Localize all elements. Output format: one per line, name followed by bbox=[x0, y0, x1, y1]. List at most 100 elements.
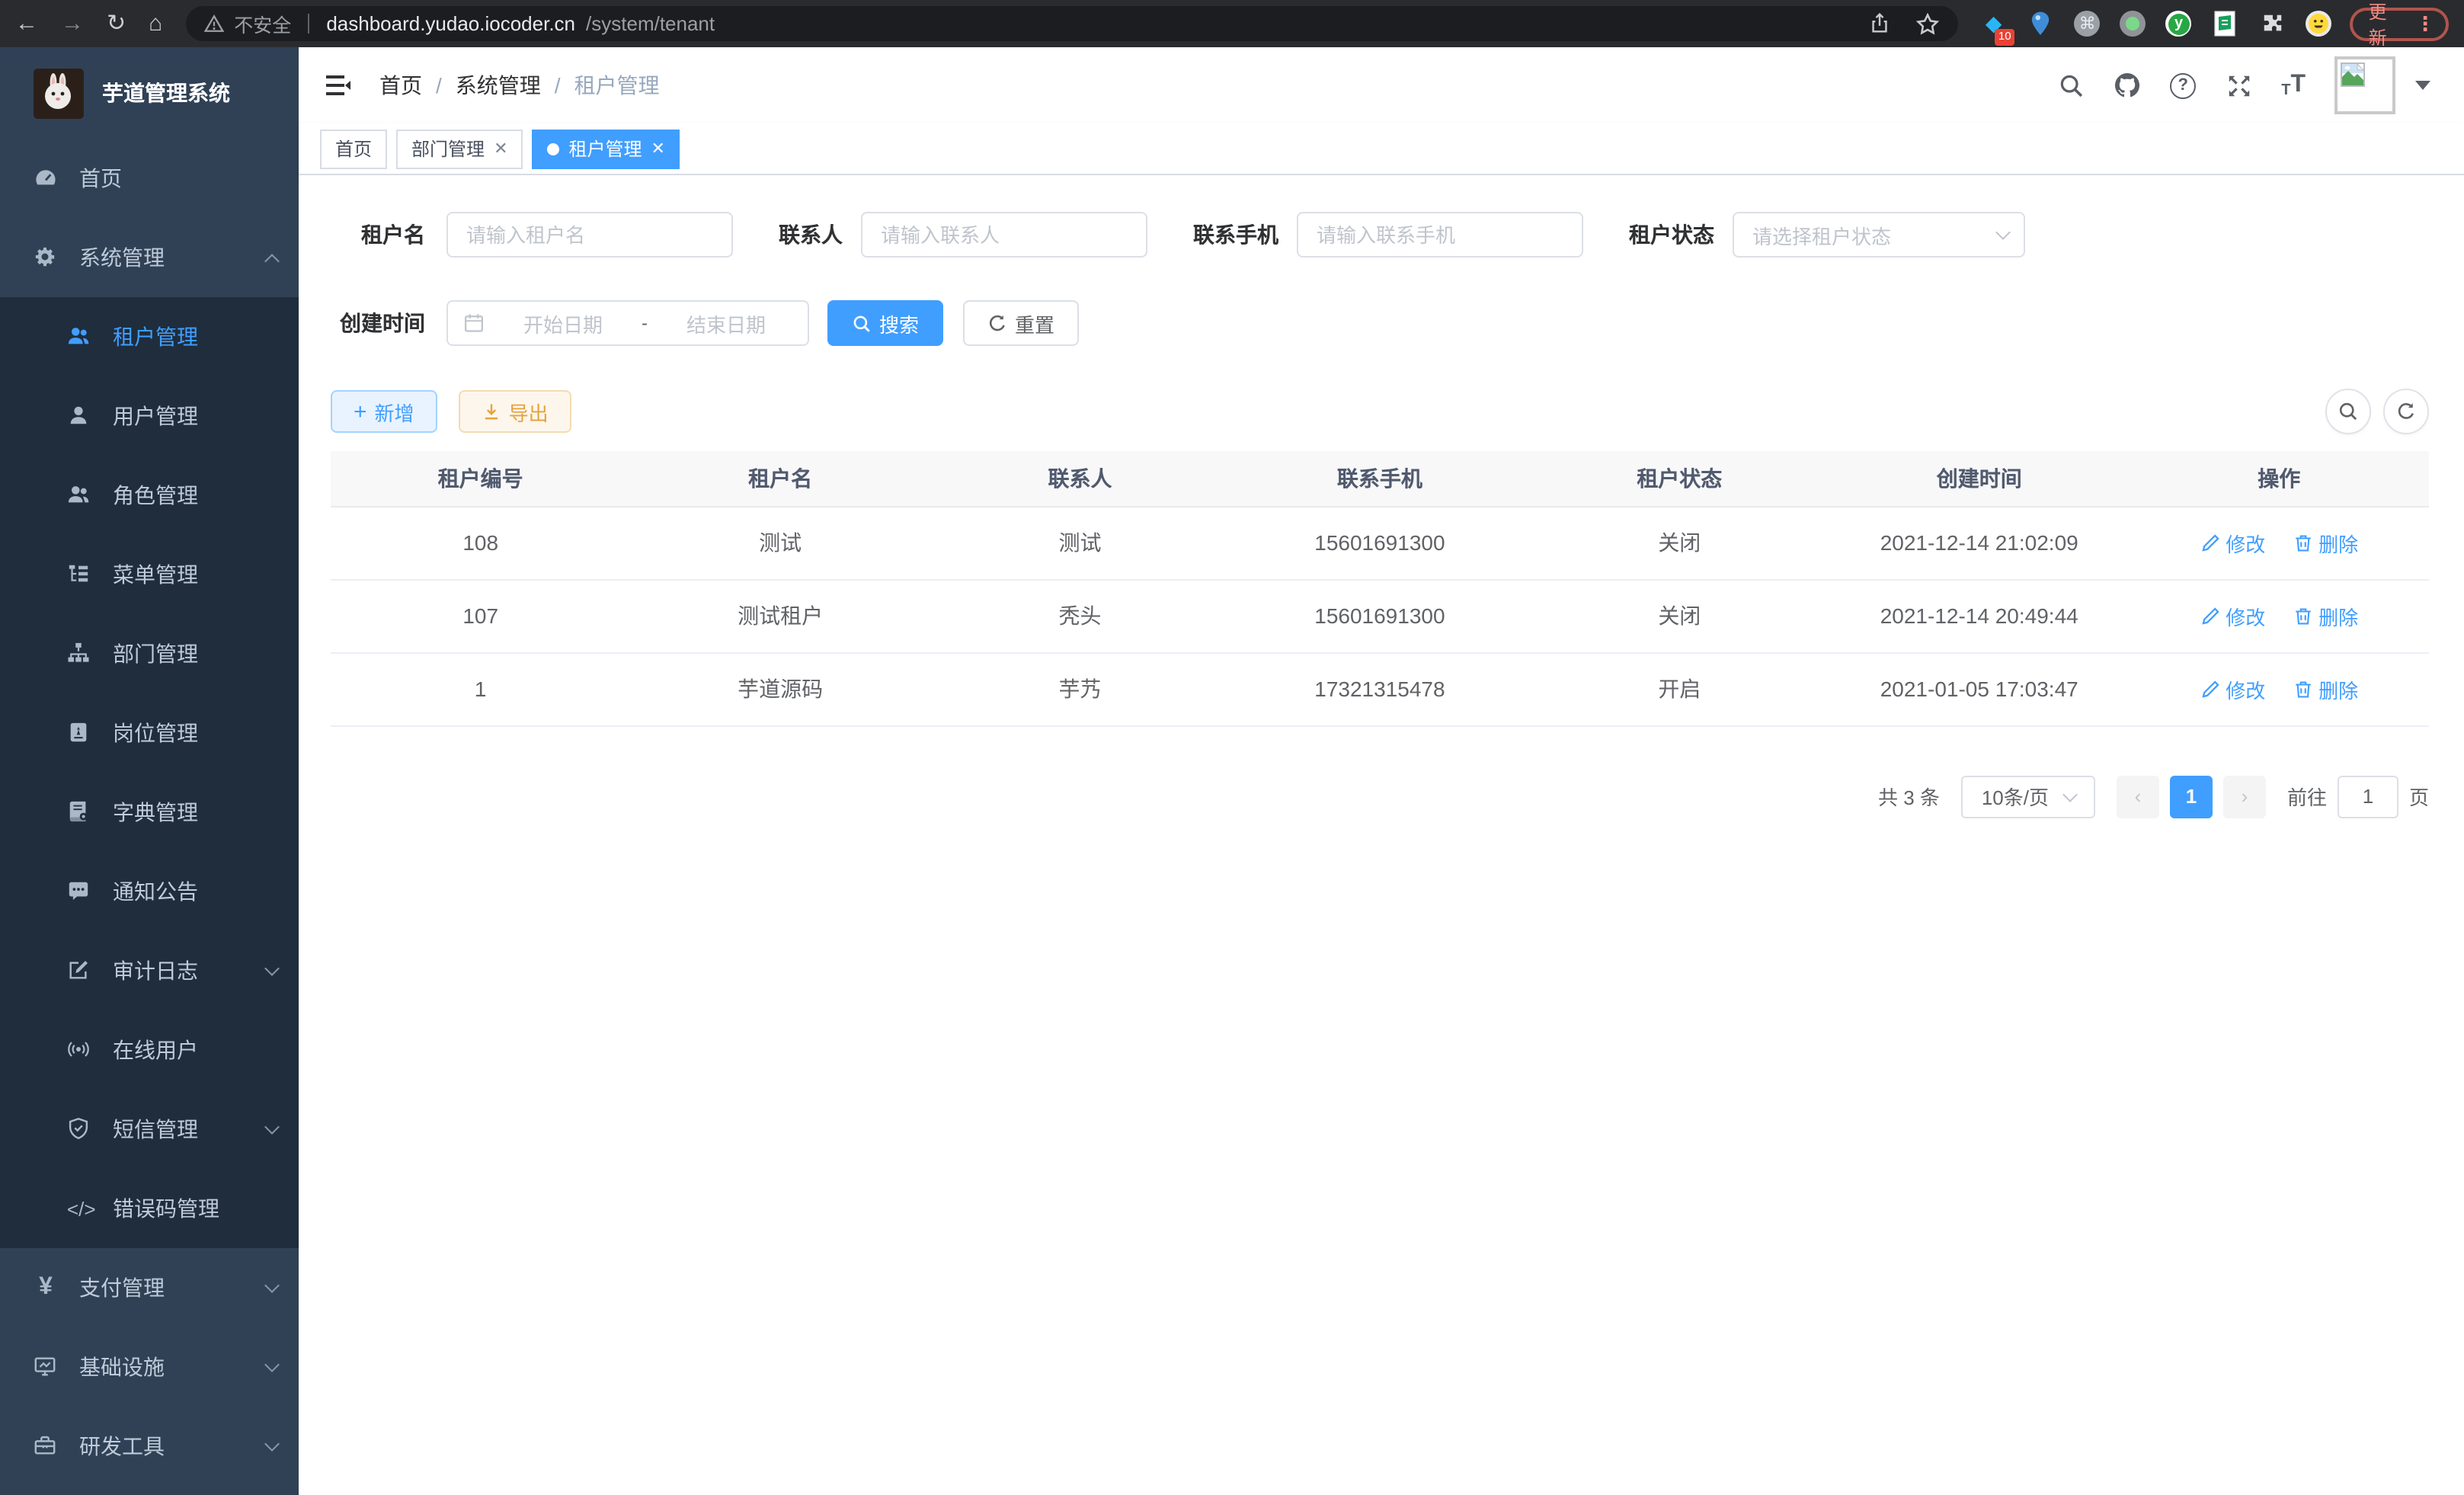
bookmark-star-icon[interactable] bbox=[1916, 11, 1941, 36]
address-bar[interactable]: 不安全 dashboard.yudao.iocoder.cn/system/te… bbox=[185, 6, 1958, 41]
tab-home[interactable]: 首页 bbox=[320, 129, 387, 168]
toggle-search-button[interactable] bbox=[2325, 389, 2371, 434]
goto-unit-label: 页 bbox=[2409, 782, 2429, 811]
page-1-button[interactable]: 1 bbox=[2170, 775, 2213, 818]
extension-sheet-icon[interactable] bbox=[2212, 10, 2239, 37]
security-label[interactable]: 不安全 bbox=[234, 9, 291, 38]
search-button[interactable]: 搜索 bbox=[827, 300, 943, 346]
sidebar-item-pay[interactable]: ¥ 支付管理 bbox=[0, 1248, 299, 1327]
add-button[interactable]: + 新增 bbox=[331, 390, 437, 433]
extension-diamond-icon[interactable]: ◆ 10 bbox=[1980, 10, 2008, 37]
mobile-input[interactable] bbox=[1297, 212, 1583, 258]
edit-link[interactable]: 修改 bbox=[2200, 601, 2265, 630]
table-header-row: 租户编号 租户名 联系人 联系手机 租户状态 创建时间 操作 bbox=[331, 451, 2429, 506]
sidebar-item-home[interactable]: 首页 bbox=[0, 139, 299, 218]
create-time-range-picker[interactable]: 开始日期 - 结束日期 bbox=[446, 300, 809, 346]
edit-link[interactable]: 修改 bbox=[2200, 674, 2265, 703]
close-icon[interactable]: ✕ bbox=[494, 139, 507, 158]
close-icon[interactable]: ✕ bbox=[651, 139, 665, 158]
browser-menu-kebab-icon[interactable]: ⋮ bbox=[2415, 11, 2435, 36]
cell-tenant-id: 1 bbox=[331, 652, 630, 725]
avatar-dropdown-caret-icon[interactable] bbox=[2415, 81, 2430, 90]
help-icon[interactable]: ? bbox=[2170, 72, 2196, 98]
sidebar-item-audit-log[interactable]: 审计日志 bbox=[0, 931, 299, 1010]
create-time-label: 创建时间 bbox=[331, 308, 425, 338]
breadcrumb-system[interactable]: 系统管理 bbox=[456, 70, 541, 101]
delete-link[interactable]: 删除 bbox=[2293, 601, 2358, 630]
delete-link[interactable]: 删除 bbox=[2293, 528, 2358, 557]
cell-tenant-id: 108 bbox=[331, 506, 630, 579]
filter-row-2: 创建时间 开始日期 - 结束日期 搜索 重置 bbox=[331, 300, 2429, 346]
refresh-table-button[interactable] bbox=[2383, 389, 2429, 434]
sidebar-item-devtools[interactable]: 研发工具 bbox=[0, 1407, 299, 1486]
cell-tenant-name: 芋道源码 bbox=[630, 652, 930, 725]
user-icon bbox=[67, 404, 91, 428]
chevron-down-icon bbox=[264, 960, 280, 975]
sidebar-item-menu[interactable]: 菜单管理 bbox=[0, 535, 299, 614]
export-button[interactable]: 导出 bbox=[459, 390, 571, 433]
search-icon[interactable] bbox=[2057, 72, 2085, 99]
update-label: 更新 bbox=[2369, 0, 2405, 50]
edit-link[interactable]: 修改 bbox=[2200, 528, 2265, 557]
sidebar-item-label: 通知公告 bbox=[113, 876, 198, 907]
trash-icon bbox=[2293, 533, 2312, 552]
browser-back-icon[interactable]: ← bbox=[15, 12, 38, 35]
fullscreen-icon[interactable] bbox=[2225, 72, 2252, 99]
share-icon[interactable] bbox=[1869, 12, 1892, 35]
reset-button[interactable]: 重置 bbox=[963, 300, 1079, 346]
profile-avatar-icon[interactable] bbox=[2306, 11, 2332, 37]
breadcrumb-home[interactable]: 首页 bbox=[379, 70, 422, 101]
contact-input[interactable] bbox=[861, 212, 1147, 258]
chevron-down-icon bbox=[264, 1277, 280, 1292]
sidebar-item-notice[interactable]: 通知公告 bbox=[0, 852, 299, 931]
github-icon[interactable] bbox=[2114, 72, 2141, 99]
sidebar-collapse-icon[interactable] bbox=[323, 70, 354, 101]
tab-tenant[interactable]: 租户管理 ✕ bbox=[533, 129, 680, 168]
export-button-label: 导出 bbox=[509, 397, 549, 426]
col-mobile: 联系手机 bbox=[1230, 451, 1529, 506]
add-button-label: 新增 bbox=[375, 397, 414, 426]
extension-balloon-icon[interactable] bbox=[2027, 10, 2055, 37]
trash-icon bbox=[2293, 606, 2312, 626]
browser-reload-icon[interactable]: ↻ bbox=[107, 12, 126, 35]
sidebar-item-tenant[interactable]: 租户管理 bbox=[0, 297, 299, 376]
tab-dept[interactable]: 部门管理 ✕ bbox=[396, 129, 523, 168]
sidebar-item-infra[interactable]: 基础设施 bbox=[0, 1327, 299, 1407]
delete-link[interactable]: 删除 bbox=[2293, 674, 2358, 703]
extensions-puzzle-icon[interactable] bbox=[2259, 10, 2286, 37]
font-size-icon[interactable]: TT bbox=[2281, 72, 2306, 99]
tenant-name-input[interactable] bbox=[446, 212, 733, 258]
page-size-select[interactable]: 10条/页 bbox=[1961, 775, 2095, 818]
sidebar-item-post[interactable]: 岗位管理 bbox=[0, 693, 299, 773]
logo-image bbox=[34, 68, 84, 118]
header-actions: ? TT bbox=[2057, 56, 2430, 114]
col-actions: 操作 bbox=[2129, 451, 2429, 506]
next-page-button[interactable]: › bbox=[2223, 775, 2266, 818]
cell-created: 2021-12-14 20:49:44 bbox=[1829, 579, 2129, 652]
sidebar-item-system[interactable]: 系统管理 bbox=[0, 218, 299, 297]
prev-page-button[interactable]: ‹ bbox=[2117, 775, 2159, 818]
page-size-value: 10条/页 bbox=[1982, 782, 2049, 811]
sidebar-item-dict[interactable]: 字典管理 bbox=[0, 773, 299, 852]
sidebar-item-dept[interactable]: 部门管理 bbox=[0, 614, 299, 693]
browser-toolbar: ← → ↻ ⌂ 不安全 dashboard.yudao.iocoder.cn/s… bbox=[0, 0, 2464, 47]
chrome-update-button[interactable]: 更新 ⋮ bbox=[2350, 7, 2449, 40]
comment-dots-icon bbox=[67, 879, 91, 904]
extension-recorder-icon[interactable] bbox=[2120, 11, 2146, 37]
extension-command-icon[interactable]: ⌘ bbox=[2075, 11, 2101, 37]
col-created: 创建时间 bbox=[1829, 451, 2129, 506]
sidebar-item-user[interactable]: 用户管理 bbox=[0, 376, 299, 456]
browser-forward-icon[interactable]: → bbox=[61, 12, 84, 35]
screen: ← → ↻ ⌂ 不安全 dashboard.yudao.iocoder.cn/s… bbox=[0, 0, 2464, 1495]
sidebar-item-errcode[interactable]: </> 错误码管理 bbox=[0, 1169, 299, 1248]
status-select[interactable]: 请选择租户状态 bbox=[1733, 212, 2025, 258]
users-icon bbox=[67, 325, 91, 349]
extension-y-icon[interactable]: y bbox=[2166, 11, 2192, 37]
sidebar-item-online-users[interactable]: 在线用户 bbox=[0, 1010, 299, 1090]
sidebar-item-sms[interactable]: 短信管理 bbox=[0, 1090, 299, 1169]
sidebar-item-role[interactable]: 角色管理 bbox=[0, 456, 299, 535]
user-avatar[interactable] bbox=[2334, 56, 2395, 114]
col-tenant-id: 租户编号 bbox=[331, 451, 630, 506]
goto-page-input[interactable] bbox=[2338, 775, 2398, 818]
browser-home-icon[interactable]: ⌂ bbox=[149, 12, 162, 35]
